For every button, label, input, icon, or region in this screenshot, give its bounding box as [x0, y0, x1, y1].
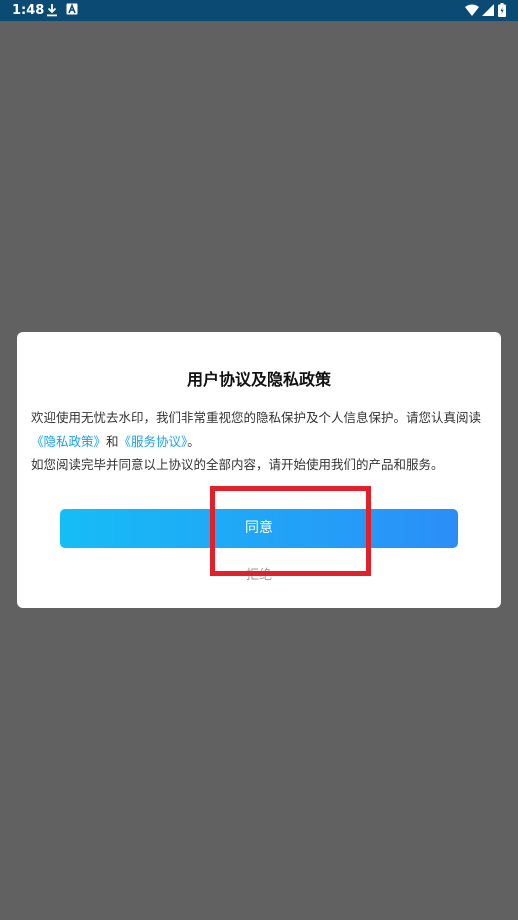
signal-icon	[482, 4, 494, 16]
status-bar: 1:48	[0, 0, 518, 21]
highlight-annotation-box	[210, 486, 371, 576]
period-text: 。	[187, 433, 200, 449]
dialog-body: 欢迎使用无忧去水印，我们非常重视您的隐私保护及个人信息保护。请您认真阅读 《隐私…	[31, 406, 489, 477]
body-links-line: 《隐私政策》和《服务协议》。	[31, 430, 489, 454]
dialog-title: 用户协议及隐私政策	[186, 370, 331, 389]
service-agreement-link[interactable]: 《服务协议》	[119, 434, 188, 449]
status-time: 1:48	[12, 3, 45, 18]
download-icon	[47, 4, 57, 17]
a-icon	[66, 3, 78, 15]
conjunction-text: 和	[106, 433, 119, 449]
body-consent-text: 如您阅读完毕并同意以上协议的全部内容，请开始使用我们的产品和服务。	[31, 457, 444, 472]
battery-icon	[498, 3, 506, 17]
privacy-policy-link[interactable]: 《隐私政策》	[31, 434, 106, 449]
wifi-icon	[465, 4, 479, 16]
body-intro-text: 欢迎使用无忧去水印，我们非常重视您的隐私保护及个人信息保护。请您认真阅读	[31, 410, 482, 425]
